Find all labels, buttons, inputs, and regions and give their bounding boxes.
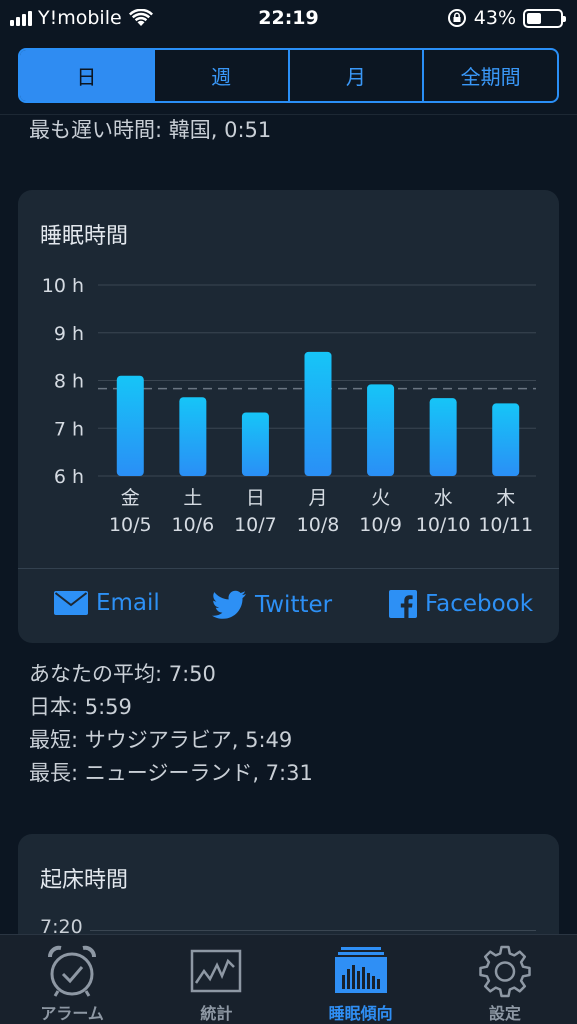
tab-stats[interactable]: 統計 [144,935,288,1024]
share-divider [18,568,559,569]
share-facebook-button[interactable]: Facebook [389,590,533,618]
sleep-duration-card: 睡眠時間 6 h7 h8 h9 h 10 h 金 10/5 土 10/6 日 10/7 月 10/… [18,190,559,643]
status-bar: Y!mobile 22:19 43% [0,0,577,38]
alarm-clock-icon [48,945,97,997]
latest-time-text: 最も遅い時間: 韓国, 0:51 [29,118,272,142]
share-email-button[interactable]: Email [54,590,160,616]
tab-settings[interactable]: 設定 [433,935,577,1024]
sleep-bar[interactable] [304,351,332,476]
tab-day[interactable]: 日 [20,50,155,101]
bottom-tab-bar: アラーム 統計 睡眠傾向 設定 [0,934,577,1024]
longest-country-text: 最長: ニュージーランド, 7:31 [29,761,313,785]
twitter-icon [212,590,246,619]
status-right: 43% [447,7,566,29]
x-tick-weekday: 金 [121,487,140,509]
share-email-label: Email [96,590,160,616]
share-twitter-label: Twitter [255,592,333,618]
tab-settings-label: 設定 [488,1004,521,1023]
facebook-icon [389,590,417,618]
sleep-duration-chart: 6 h 7 h 8 h 9 h 10 h 金 10/5 土 10/6 日 10/7 月 10/8 火 10/… [42,275,536,536]
x-tick-weekday: 火 [371,487,390,509]
sleep-bar[interactable] [241,412,269,476]
sleep-bar[interactable] [116,375,144,476]
x-tick-date: 10/6 [172,514,215,536]
share-facebook-label: Facebook [425,591,534,617]
y-tick-label: 8 h [54,371,84,393]
battery-fill [527,12,541,24]
y-tick-label: 7 h [54,418,84,440]
averages-list: あなたの平均: 7:50 日本: 5:59 最短: サウジアラビア, 5:49 … [29,658,313,790]
tab-alarm-label: アラーム [40,1004,104,1023]
tab-month[interactable]: 月 [290,50,425,101]
tab-alarm[interactable]: アラーム [0,935,144,1024]
x-tick-date: 10/10 [416,514,471,536]
stats-chart-icon [191,949,242,993]
rotation-lock-icon [447,9,466,27]
x-tick-weekday: 土 [183,487,202,509]
sleep-trends-icon [334,947,387,993]
share-twitter-button[interactable]: Twitter [211,590,332,620]
period-segmented-control: 日 週 月 全期間 [18,48,559,103]
tab-sleep-trends[interactable]: 睡眠傾向 [289,935,433,1024]
your-average-text: あなたの平均: 7:50 [29,662,216,686]
y-tick-label: 9 h [54,323,84,345]
x-tick-weekday: 月 [308,487,327,509]
tab-stats-label: 統計 [200,1004,233,1023]
tab-sleep-trends-label: 睡眠傾向 [328,1004,393,1023]
shortest-country-text: 最短: サウジアラビア, 5:49 [29,728,293,752]
gear-icon [479,945,531,998]
email-icon [54,591,88,615]
wake-chart-gridline [90,930,536,931]
y-tick-label: 6 h [54,466,84,488]
battery-icon [523,8,566,28]
sleep-bar[interactable] [179,397,207,476]
tab-all-time[interactable]: 全期間 [424,50,557,101]
x-tick-date: 10/11 [478,514,533,536]
sleep-bar[interactable] [429,398,457,476]
x-tick-date: 10/9 [359,514,402,536]
wake-card-title: 起床時間 [40,868,129,893]
x-tick-weekday: 日 [246,487,265,509]
x-tick-date: 10/5 [109,514,152,536]
sleep-bar[interactable] [367,384,395,476]
japan-average-text: 日本: 5:59 [29,695,132,719]
tab-week[interactable]: 週 [155,50,290,101]
sleep-bar[interactable] [492,403,520,476]
battery-percent: 43% [473,7,516,29]
x-tick-date: 10/7 [234,514,277,536]
x-tick-weekday: 木 [496,487,515,509]
x-tick-weekday: 水 [434,487,453,509]
x-tick-date: 10/8 [297,514,340,536]
y-tick-label: 10 h [42,275,84,297]
